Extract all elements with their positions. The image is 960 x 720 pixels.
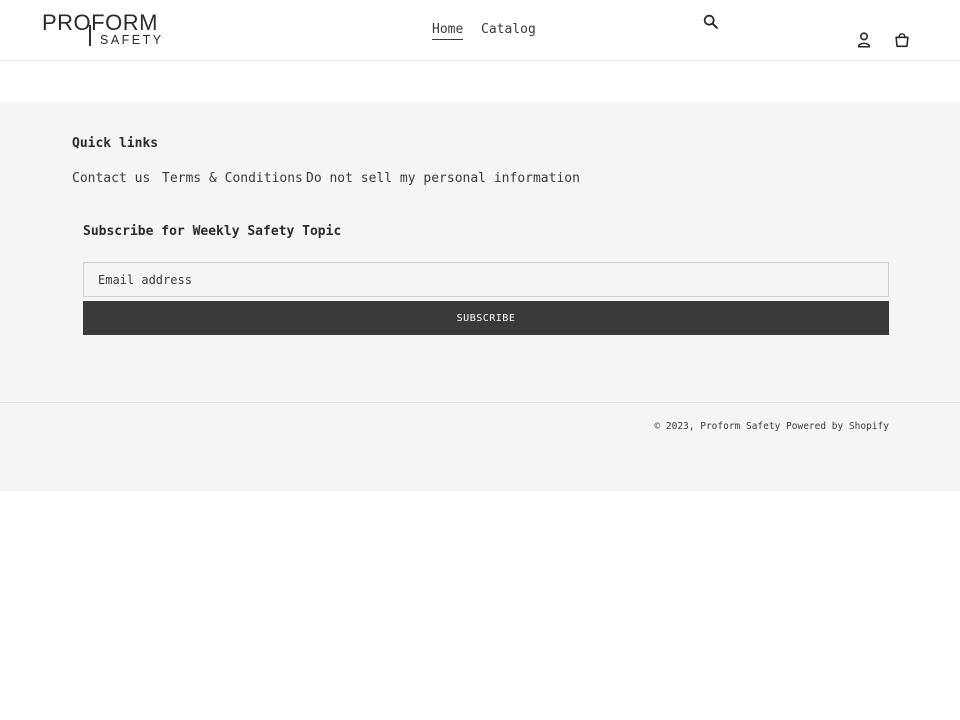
quick-links-heading: Quick links xyxy=(72,136,159,151)
email-field[interactable] xyxy=(83,262,889,297)
nav-catalog-link[interactable]: Catalog xyxy=(481,21,536,39)
contact-us-link[interactable]: Contact us xyxy=(72,171,150,186)
terms-link[interactable]: Terms & Conditions xyxy=(162,171,303,186)
account-button[interactable] xyxy=(855,31,875,51)
account-icon xyxy=(857,32,871,48)
subscribe-button[interactable]: SUBSCRIBE xyxy=(83,301,889,335)
cart-icon xyxy=(895,33,909,48)
copyright-text: © 2023, Proform Safety Powered by Shopif… xyxy=(654,421,889,432)
search-button[interactable] xyxy=(702,13,722,33)
newsletter-heading: Subscribe for Weekly Safety Topic xyxy=(83,224,342,239)
store-name-link[interactable]: Proform Safety xyxy=(700,421,780,432)
powered-by-link[interactable]: Powered by Shopify xyxy=(786,421,889,432)
site-header: PROFORM SAFETY Home Catalog xyxy=(0,0,960,61)
main-nav: Home Catalog xyxy=(0,21,960,41)
site-footer: Quick links Contact us Terms & Condition… xyxy=(0,102,960,491)
copyright-year: © 2023, xyxy=(654,421,695,432)
do-not-sell-link[interactable]: Do not sell my personal information xyxy=(306,171,580,186)
nav-home-link[interactable]: Home xyxy=(432,21,464,40)
quick-links-list: Contact us Terms & Conditions Do not sel… xyxy=(72,171,772,189)
search-icon xyxy=(703,14,718,29)
footer-divider xyxy=(0,402,960,403)
cart-button[interactable] xyxy=(893,31,913,51)
